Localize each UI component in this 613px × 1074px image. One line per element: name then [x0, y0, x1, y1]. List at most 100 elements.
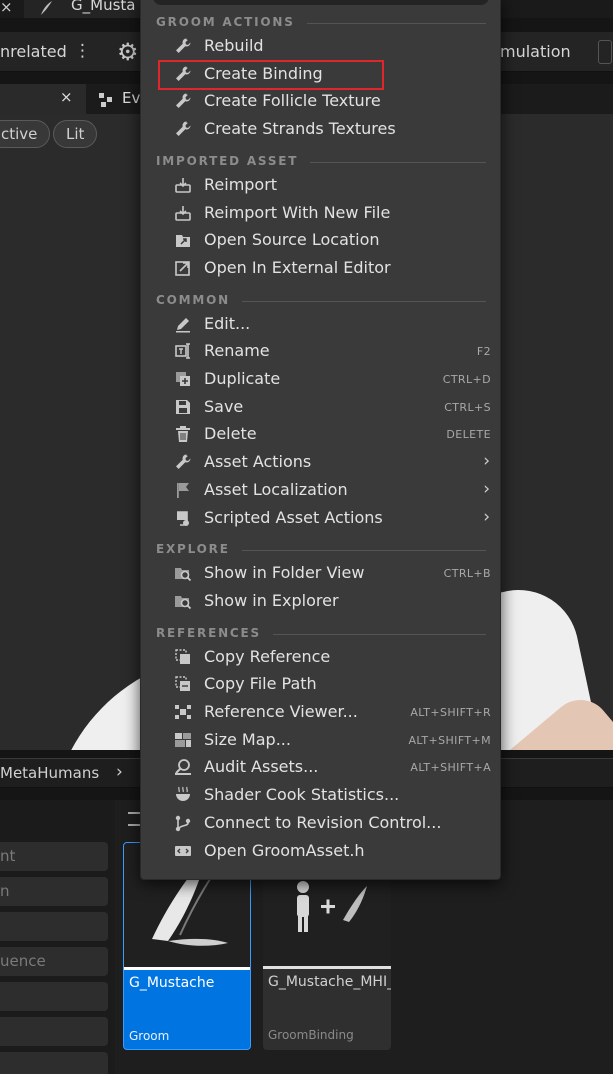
menu-item-connect-to-revision-control[interactable]: Connect to Revision Control... [141, 810, 502, 837]
menu-section-divider [310, 161, 486, 163]
menu-item-label: Reimport With New File [204, 202, 391, 222]
lit-mode-pill[interactable]: Lit [53, 120, 98, 148]
chevron-right-icon[interactable]: › [116, 762, 123, 782]
reimport-icon [175, 205, 191, 221]
menu-item-edit[interactable]: Edit... [141, 311, 502, 338]
menu-item-label: Open Source Location [204, 230, 380, 250]
wrench-icon [176, 121, 191, 137]
asset-name: G_Mustache_MHI_Face_Me_New_FaceMesh_... [268, 974, 391, 990]
menu-section-title: REFERENCES [156, 625, 261, 640]
code-file-icon [175, 845, 191, 856]
external-editor-icon [175, 261, 190, 276]
menu-item-scripted-asset-actions[interactable]: Scripted Asset Actions › [141, 505, 502, 532]
folder-search-icon [175, 568, 192, 582]
filter-field[interactable]: n [0, 877, 108, 906]
filter-field[interactable] [0, 1017, 108, 1046]
menu-item-label: Shader Cook Statistics... [204, 785, 400, 805]
menu-item-delete[interactable]: Delete DELETE [141, 421, 502, 448]
toolbar-button-frame[interactable] [598, 40, 612, 64]
breadcrumb-item[interactable]: MetaHumans [0, 764, 99, 782]
menu-item-label: Asset Localization [204, 479, 348, 499]
menu-item-label: Duplicate [204, 369, 281, 388]
outliner-icon [99, 93, 112, 107]
revision-control-icon [175, 815, 191, 831]
menu-item-open-source-location[interactable]: Open Source Location [141, 227, 502, 254]
menu-item-rebuild[interactable]: Rebuild [141, 33, 502, 60]
menu-item-audit-assets[interactable]: Audit Assets... ALT+SHIFT+A [141, 754, 502, 781]
menu-section-divider [242, 300, 486, 302]
menu-item-label: Rename [204, 341, 270, 361]
menu-item-create-strands-textures[interactable]: Create Strands Textures [141, 116, 502, 143]
highlight-box [158, 59, 384, 90]
editor-window: × G_Musta nrelated ⋮ ⚙ mulation × Ev cti… [0, 0, 613, 1074]
menu-item-label: Rebuild [204, 36, 264, 55]
asset-tab[interactable]: G_Musta [24, 0, 144, 18]
menu-item-create-follicle-texture[interactable]: Create Follicle Texture [141, 88, 502, 115]
toolbar-left-label[interactable]: nrelated [0, 42, 67, 61]
menu-item-show-in-folder-view[interactable]: Show in Folder View CTRL+B [141, 560, 502, 587]
menu-section-divider [307, 23, 486, 24]
asset-type: GroomBinding [268, 1028, 354, 1042]
submenu-arrow-icon: › [483, 451, 490, 472]
menu-item-create-binding[interactable]: Create Binding [141, 59, 502, 90]
menu-item-shader-cook-statistics[interactable]: Shader Cook Statistics... [141, 782, 502, 809]
menu-item-save[interactable]: Save CTRL+S [141, 394, 502, 421]
menu-item-copy-reference[interactable]: Copy Reference [141, 644, 502, 671]
menu-item-label: Save [204, 396, 244, 416]
shortcut-label: CTRL+D [442, 373, 491, 386]
menu-section-title: EXPLORE [156, 542, 230, 557]
asset-name: G_Mustache [129, 975, 215, 991]
menu-item-label: Open In External Editor [204, 257, 391, 277]
filter-field[interactable] [0, 912, 108, 941]
menu-item-reimport-with-new-file[interactable]: Reimport With New File [141, 200, 502, 227]
menu-item-label: Copy File Path [204, 674, 317, 694]
close-icon[interactable]: × [60, 88, 73, 106]
pencil-icon [176, 317, 190, 333]
size-map-icon [175, 732, 191, 747]
menu-item-reference-viewer[interactable]: Reference Viewer... ALT+SHIFT+R [141, 699, 502, 726]
filter-field[interactable] [0, 982, 108, 1011]
menu-item-label: Asset Actions [204, 452, 312, 472]
shortcut-label: CTRL+S [444, 400, 491, 414]
menu-item-duplicate[interactable]: Duplicate CTRL+D [141, 366, 502, 393]
menu-item-open-groomasset-h[interactable]: Open GroomAsset.h [141, 838, 502, 865]
submenu-arrow-icon: › [483, 478, 490, 499]
shortcut-label: F2 [476, 345, 491, 359]
gear-icon[interactable]: ⚙ [117, 38, 139, 66]
menu-item-size-map[interactable]: Size Map... ALT+SHIFT+M [141, 727, 502, 754]
open-location-icon [176, 235, 190, 248]
asset-type: Groom [129, 1029, 170, 1043]
filter-field[interactable]: nt [0, 842, 108, 871]
filter-panel: nt n uence [0, 800, 115, 1074]
menu-section-title: GROOM ACTIONS [156, 15, 295, 29]
copy-reference-icon [175, 648, 190, 664]
tab-close-icon[interactable]: × [0, 0, 13, 16]
menu-item-label: Scripted Asset Actions [204, 507, 383, 527]
filter-field[interactable] [0, 1052, 108, 1074]
menu-item-asset-localization[interactable]: Asset Localization › [141, 477, 502, 504]
menu-section-divider [273, 633, 486, 635]
submenu-arrow-icon: › [483, 506, 490, 527]
viewport-tab[interactable]: × [0, 84, 86, 114]
simulation-label[interactable]: mulation [500, 42, 571, 61]
menu-section-title: COMMON [156, 292, 230, 307]
asset-tab-title: G_Musta [71, 0, 136, 14]
duplicate-icon [176, 372, 190, 386]
menu-item-label: Create Strands Textures [204, 119, 396, 139]
viewport-tab-second[interactable]: Ev [122, 89, 140, 107]
menu-item-asset-actions[interactable]: Asset Actions › [141, 449, 502, 476]
wrench-icon [176, 38, 191, 53]
more-options-icon[interactable]: ⋮ [74, 41, 91, 61]
filter-field[interactable]: uence [0, 947, 108, 976]
view-mode-pill[interactable]: ctive [0, 120, 51, 148]
menu-item-rename[interactable]: Rename F2 [141, 338, 502, 365]
menu-item-open-in-external-editor[interactable]: Open In External Editor [141, 255, 502, 282]
menu-item-copy-file-path[interactable]: Copy File Path [141, 671, 502, 698]
reference-viewer-icon [175, 705, 191, 719]
menu-item-label: Reimport [204, 174, 278, 194]
menu-item-show-in-explorer[interactable]: Show in Explorer [141, 588, 502, 615]
asset-context-menu: GROOM ACTIONS Rebuild Create Binding Create… [140, 0, 501, 880]
menu-item-reimport[interactable]: Reimport [141, 172, 502, 199]
menu-search-box[interactable] [153, 0, 489, 5]
wrench-icon [176, 93, 191, 109]
